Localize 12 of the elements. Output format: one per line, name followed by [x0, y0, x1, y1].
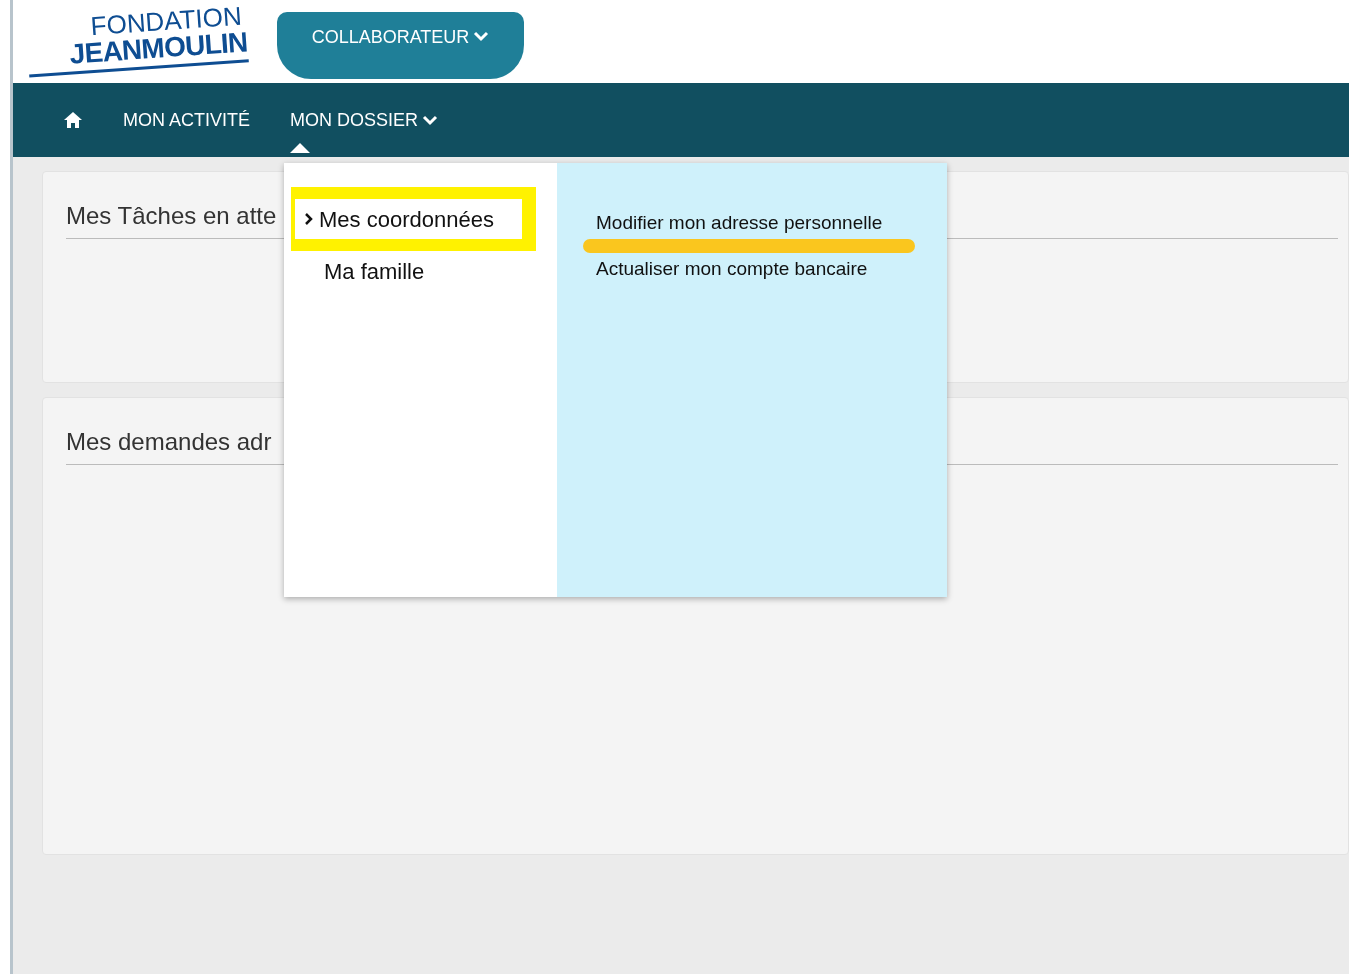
menu-item[interactable]: Ma famille: [324, 255, 557, 288]
home-icon[interactable]: [63, 111, 83, 129]
menu-link[interactable]: Actualiser mon compte bancaire: [596, 257, 947, 281]
chevron-down-icon: [422, 114, 439, 126]
nav-link[interactable]: MON ACTIVITÉ: [123, 106, 250, 134]
menu-pointer: [290, 142, 310, 153]
role-dropdown-button[interactable]: COLLABORATEUR: [277, 12, 524, 79]
nav-link[interactable]: MON DOSSIER: [290, 106, 439, 134]
menu-item[interactable]: Mes coordonnées: [295, 199, 522, 239]
chevron-down-icon: [473, 30, 490, 42]
chevron-right-icon: [305, 213, 313, 225]
menu-link[interactable]: Modifier mon adresse personnelle: [596, 211, 947, 235]
